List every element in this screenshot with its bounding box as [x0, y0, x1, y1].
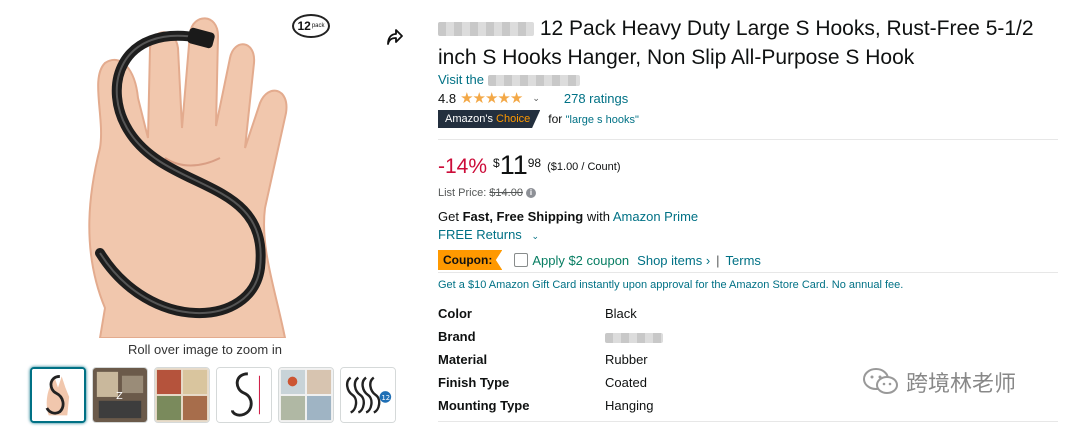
spec-row: Material Rubber [438, 348, 663, 371]
thumbnail-6-badge: 12 [382, 394, 391, 402]
chevron-down-icon[interactable]: ⌄ [532, 93, 540, 104]
divider-mid [438, 272, 1058, 273]
star-rating-icon[interactable]: ★★★★★ [460, 89, 523, 107]
visit-store-link[interactable]: Visit the [438, 72, 580, 87]
spec-value: Black [605, 306, 637, 321]
gift-card-offer-link[interactable]: Get a $10 Amazon Gift Card instantly upo… [438, 279, 903, 291]
share-icon [387, 29, 403, 45]
free-returns-text: FREE Returns [438, 227, 522, 242]
product-title: 12 Pack Heavy Duty Large S Hooks, Rust-F… [438, 14, 1058, 72]
list-price-value: $14.00 [489, 187, 523, 199]
price: $ 11 98 [493, 150, 541, 180]
coupon-terms-link[interactable]: Terms [726, 253, 761, 268]
coupon-tag: Coupon: [438, 250, 503, 270]
product-specs-table: Color Black Brand Material Rubber Finish… [438, 302, 663, 417]
info-icon[interactable]: i [525, 188, 536, 198]
spec-key: Color [438, 306, 472, 321]
shipping-row: Get Fast, Free Shipping with Amazon Prim… [438, 209, 698, 224]
shipping-fast-free: Fast, Free Shipping [462, 209, 584, 224]
shop-items-link[interactable]: Shop items › [637, 253, 710, 268]
free-returns-link[interactable]: FREE Returns ⌄ [438, 227, 539, 242]
choice-for-label: for [548, 112, 563, 126]
divider-bottom [438, 421, 1058, 422]
amazon-prime-link[interactable]: Amazon Prime [613, 209, 698, 224]
brand-value-redacted [605, 332, 663, 343]
thumbnail-2[interactable]: Z [92, 367, 148, 423]
shipping-with: with [586, 209, 610, 224]
thumbnail-3[interactable] [154, 367, 210, 423]
spec-key: Brand [438, 329, 476, 344]
shipping-get: Get [438, 209, 459, 224]
spec-value [605, 325, 663, 348]
watermark: 跨境林老师 [862, 366, 1016, 398]
store-name-redacted [487, 75, 580, 87]
watermark-text: 跨境林老师 [906, 371, 1017, 396]
apply-coupon-label[interactable]: Apply $2 coupon [532, 253, 629, 268]
thumbnail-5[interactable] [278, 367, 334, 423]
brand-redacted [438, 22, 534, 37]
svg-text:Z: Z [116, 391, 123, 402]
thumbnail-6[interactable]: 12 [340, 367, 396, 423]
main-product-image[interactable] [60, 8, 350, 339]
price-symbol: $ [493, 156, 500, 170]
pack-count-unit: pack [311, 23, 325, 29]
spec-row: Color Black [438, 302, 663, 325]
spec-key: Material [438, 352, 488, 367]
chevron-down-icon: ⌄ [531, 231, 539, 241]
amazons-choice-row: Amazon's Choice for "large s hooks" [438, 110, 639, 128]
spec-key: Finish Type [438, 375, 510, 390]
ratings-count-link[interactable]: 278 ratings [564, 91, 628, 106]
price-row: -14% $ 11 98 ($1.00 / Count) [438, 150, 620, 180]
discount-percent: -14% [438, 155, 488, 178]
coupon-row: Coupon: Apply $2 coupon Shop items › | T… [438, 250, 761, 270]
spec-row: Brand [438, 325, 663, 348]
list-price-label: List Price: [438, 187, 487, 199]
unit-price: ($1.00 / Count) [547, 161, 621, 173]
rating-row: 4.8 ★★★★★ ⌄ 278 ratings [438, 89, 628, 107]
spec-row: Mounting Type Hanging [438, 394, 663, 417]
price-whole: 11 [499, 150, 528, 180]
visit-store-text: Visit the [438, 72, 485, 87]
pack-count-number: 12 [297, 19, 311, 33]
thumbnail-4[interactable] [216, 367, 272, 423]
share-button[interactable] [380, 22, 410, 52]
thumbnail-1[interactable] [30, 367, 86, 423]
rating-value: 4.8 [438, 90, 457, 106]
divider-top [438, 139, 1058, 140]
choice-for-text: for "large s hooks" [548, 112, 639, 126]
choice-keyword-link[interactable]: "large s hooks" [566, 114, 639, 126]
choice-badge-part2: Choice [496, 113, 531, 125]
coupon-checkbox[interactable] [514, 253, 529, 267]
pack-count-badge: 12 pack [292, 14, 330, 38]
list-price-row: List Price: $14.00 i [438, 187, 536, 199]
spec-value: Hanging [605, 398, 654, 413]
spec-value: Rubber [605, 352, 648, 367]
choice-badge-part1: Amazon's [445, 113, 493, 125]
thumbnail-strip: Z 12 [30, 367, 396, 423]
price-fraction: 98 [527, 156, 542, 170]
spec-key: Mounting Type [438, 398, 530, 413]
wechat-icon [863, 368, 898, 394]
spec-row: Finish Type Coated [438, 371, 663, 394]
spec-value: Coated [605, 375, 647, 390]
coupon-separator: | [716, 252, 720, 268]
zoom-hint: Roll over image to zoom in [128, 342, 282, 357]
amazons-choice-badge[interactable]: Amazon's Choice [438, 110, 541, 128]
